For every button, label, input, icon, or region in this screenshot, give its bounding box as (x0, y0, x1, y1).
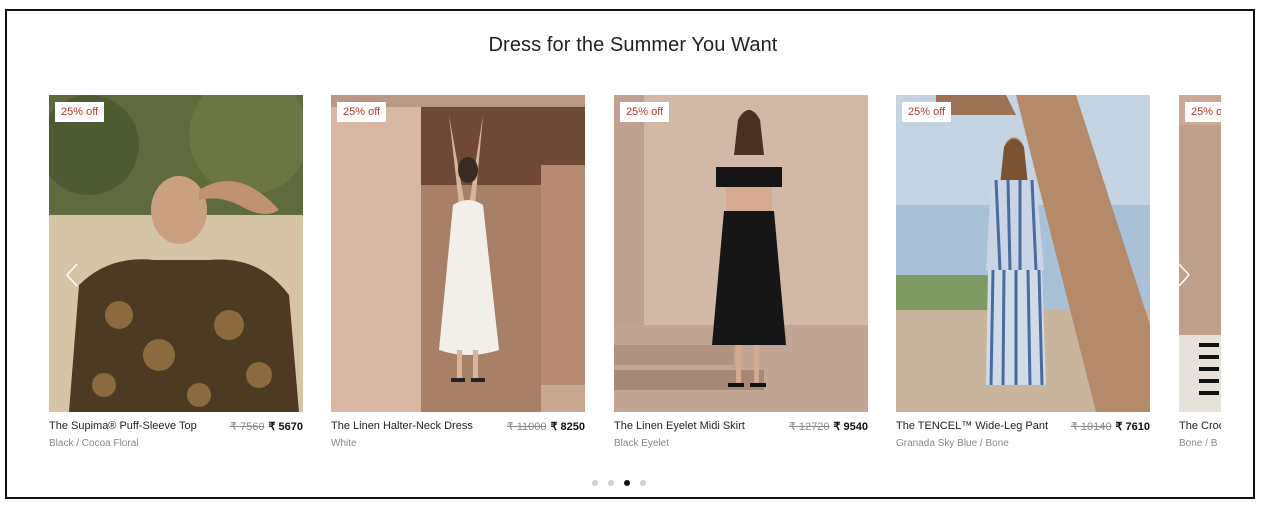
product-color: Black Eyelet (614, 438, 670, 449)
product-name[interactable]: The Linen Eyelet Midi Skirt (614, 420, 745, 432)
product-price: ₹ 11000 ₹ 8250 (507, 420, 585, 433)
original-price: ₹ 12720 (788, 421, 830, 433)
discount-badge: 25% off (902, 102, 952, 122)
product-image[interactable]: 25% off (1179, 95, 1221, 412)
product-card[interactable]: 25% off The TENCEL™ Wide-Leg Pant ₹ 1014… (896, 95, 1150, 465)
discount-badge: 25% off (337, 102, 387, 122)
section-title: Dress for the Summer You Want (488, 34, 778, 56)
product-price: ₹ 12720 ₹ 9540 (789, 420, 868, 433)
original-price: ₹ 11000 (506, 421, 547, 433)
product-price: ₹ 7560 ₹ 5670 (230, 420, 303, 433)
original-price: ₹ 10140 (1070, 421, 1112, 433)
discount-badge: 25% off (55, 102, 105, 122)
product-card[interactable]: 25% off The Supima® Puff-Sleeve Top ₹ 75… (49, 95, 303, 465)
pagination-dot[interactable] (640, 480, 646, 486)
sale-price: ₹ 7610 (1115, 421, 1150, 433)
product-card[interactable]: 25% off The Linen Eyelet Midi Skirt ₹ 12… (614, 95, 868, 465)
product-color: Granada Sky Blue / Bone (896, 438, 1009, 449)
product-price: ₹ 10140 ₹ 7610 (1071, 420, 1150, 433)
product-image[interactable]: 25% off (896, 95, 1150, 412)
product-image[interactable]: 25% off (49, 95, 303, 412)
carousel-pagination (592, 480, 646, 488)
product-name[interactable]: The TENCEL™ Wide-Leg Pant (896, 420, 1048, 432)
product-color: Bone / B (1179, 438, 1218, 449)
pagination-dot-active[interactable] (624, 480, 630, 486)
pagination-dot[interactable] (592, 480, 598, 486)
chevron-right-icon[interactable] (1176, 262, 1192, 288)
pagination-dot[interactable] (608, 480, 614, 486)
sale-price: ₹ 9540 (833, 421, 868, 433)
product-card[interactable]: 25% off The Linen Halter-Neck Dress ₹ 11… (331, 95, 585, 465)
product-name[interactable]: The Supima® Puff-Sleeve Top (49, 420, 197, 432)
product-color: Black / Cocoa Floral (49, 438, 139, 449)
product-image[interactable]: 25% off (614, 95, 868, 412)
product-name[interactable]: The Linen Halter-Neck Dress (331, 420, 473, 432)
discount-badge: 25% off (1185, 102, 1221, 122)
product-carousel: 25% off The Supima® Puff-Sleeve Top ₹ 75… (49, 95, 1221, 465)
product-color: White (331, 438, 357, 449)
sale-price: ₹ 8250 (550, 421, 585, 433)
original-price: ₹ 7560 (229, 421, 265, 433)
sale-price: ₹ 5670 (268, 421, 303, 433)
product-name[interactable]: The Croc (1179, 420, 1221, 432)
discount-badge: 25% off (620, 102, 670, 122)
chevron-left-icon[interactable] (64, 262, 80, 288)
product-image[interactable]: 25% off (331, 95, 585, 412)
